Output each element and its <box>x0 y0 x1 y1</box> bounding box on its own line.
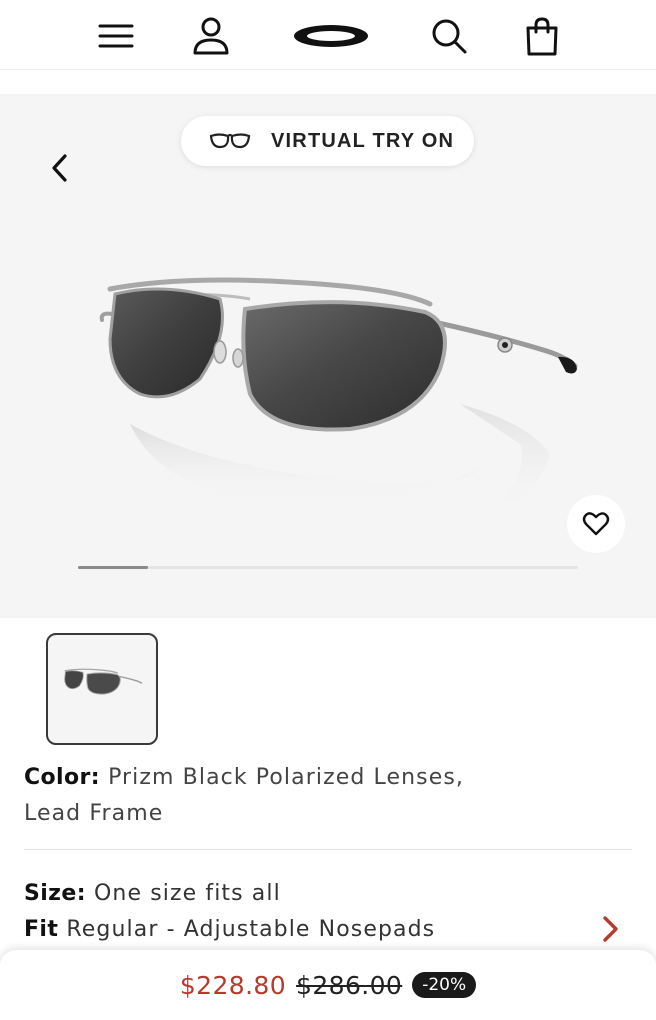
divider <box>24 849 632 850</box>
original-price: $286.00 <box>296 970 403 1000</box>
glasses-icon <box>209 130 251 152</box>
price-bar: $228.80 $286.00 -20% <box>0 950 656 1020</box>
user-icon[interactable] <box>189 14 233 58</box>
fit-value: Regular - Adjustable Nosepads <box>66 917 436 942</box>
product-thumbnail-image <box>64 668 143 695</box>
size-value: One size fits all <box>94 881 281 906</box>
shopping-bag-icon[interactable] <box>520 14 564 58</box>
hamburger-menu-icon[interactable] <box>94 14 138 58</box>
product-gallery[interactable]: VIRTUAL TRY ON <box>0 94 656 618</box>
carousel-progress-fill <box>78 566 148 569</box>
product-image-sunglasses <box>70 254 600 544</box>
sale-price: $228.80 <box>179 970 287 1000</box>
virtual-try-on-label: VIRTUAL TRY ON <box>271 129 455 152</box>
fit-label: Fit <box>24 917 59 942</box>
product-thumbnail[interactable] <box>46 633 158 745</box>
color-label: Color: <box>24 765 100 790</box>
carousel-progress-bar <box>78 566 578 569</box>
chevron-right-icon[interactable] <box>596 912 624 946</box>
chevron-left-icon[interactable] <box>38 146 82 190</box>
size-fit-row[interactable]: Size: One size fits all Fit Regular - Ad… <box>24 876 604 948</box>
search-icon[interactable] <box>427 14 471 58</box>
size-label: Size: <box>24 881 86 906</box>
color-value: Prizm Black Polarized Lenses, <box>108 765 465 790</box>
top-header <box>0 0 656 70</box>
heart-icon <box>582 512 610 536</box>
discount-badge: -20% <box>412 972 477 998</box>
color-value-line2: Lead Frame <box>24 801 164 826</box>
oakley-logo[interactable] <box>290 14 372 58</box>
favorite-heart-button[interactable] <box>567 495 625 553</box>
virtual-try-on-button[interactable]: VIRTUAL TRY ON <box>181 116 474 166</box>
color-info: Color: Prizm Black Polarized Lenses, Lea… <box>24 760 584 832</box>
